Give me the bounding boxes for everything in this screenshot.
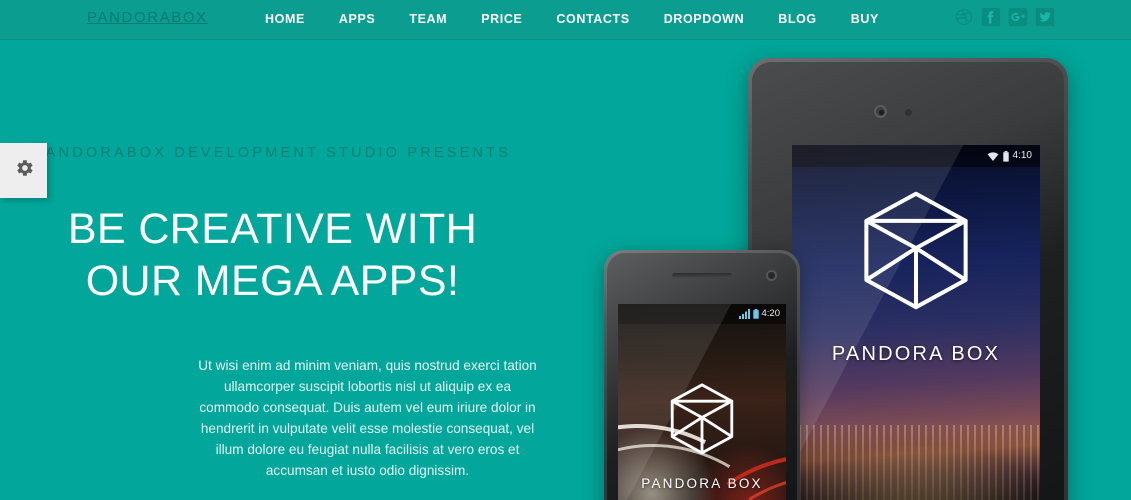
nav-item-team[interactable]: TEAM (409, 11, 468, 27)
phone-speaker-icon (672, 273, 732, 278)
tablet-app-title: PANDORA BOX (831, 343, 1001, 365)
phone-status-bar: 4:20 (618, 304, 786, 324)
hero-headline: BE CREATIVE WITH OUR MEGA APPS! (0, 203, 545, 307)
hero-headline-line2: OUR MEGA APPS! (85, 257, 460, 305)
cube-logo-icon (670, 383, 734, 455)
tablet-sensor-icon (905, 109, 912, 116)
main-navigation: HOME APPS TEAM PRICE CONTACTS DROPDOWN B… (265, 11, 900, 27)
tablet-status-time: 4:10 (1012, 150, 1032, 161)
nav-item-blog[interactable]: BLOG (778, 11, 838, 27)
nav-item-price[interactable]: PRICE (481, 11, 543, 27)
brand-logo[interactable]: PANDORABOX (87, 9, 208, 26)
tablet-camera-icon (874, 105, 887, 118)
nav-item-dropdown[interactable]: DROPDOWN (664, 11, 766, 27)
phone-camera-icon (766, 270, 777, 281)
facebook-icon[interactable] (981, 7, 1001, 27)
tablet-status-bar: 4:10 (792, 145, 1040, 167)
battery-icon (1002, 150, 1009, 162)
tablet-wallpaper-city (792, 425, 1040, 500)
phone-status-time: 4:20 (761, 308, 781, 320)
social-links (954, 7, 1055, 27)
cube-logo-icon (864, 191, 968, 310)
battery-icon (752, 309, 759, 319)
hero-section: PANDORABOX DEVELOPMENT STUDIO PRESENTS B… (0, 40, 560, 500)
nav-item-apps[interactable]: APPS (339, 11, 396, 27)
nav-item-buy[interactable]: BUY (851, 11, 900, 27)
phone-app-branding: PANDORA BOX (618, 382, 786, 491)
hero-headline-line1: BE CREATIVE WITH (67, 205, 478, 253)
phone-device: 4:20 PANDORA BOX (604, 250, 800, 500)
landing-page: PANDORABOX HOME APPS TEAM PRICE CONTACTS… (0, 0, 1131, 500)
tablet-screen: 4:10 PANDORA BOX (792, 145, 1040, 500)
hero-eyebrow: PANDORABOX DEVELOPMENT STUDIO PRESENTS (33, 145, 512, 161)
nav-item-contacts[interactable]: CONTACTS (556, 11, 650, 27)
settings-panel-toggle[interactable] (0, 143, 47, 198)
site-header: PANDORABOX HOME APPS TEAM PRICE CONTACTS… (0, 0, 1131, 40)
phone-screen: 4:20 PANDORA BOX (618, 304, 786, 500)
google-plus-icon[interactable] (1008, 7, 1028, 27)
twitter-icon[interactable] (1035, 7, 1055, 27)
dribbble-icon[interactable] (954, 7, 974, 27)
hero-paragraph: Ut wisi enim ad minim veniam, quis nostr… (198, 358, 537, 478)
phone-app-title: PANDORA BOX (641, 476, 763, 491)
signal-icon (738, 309, 750, 319)
tablet-app-branding: PANDORA BOX (792, 189, 1040, 366)
nav-item-home[interactable]: HOME (265, 11, 326, 27)
gear-icon (13, 157, 35, 184)
wifi-icon (987, 151, 998, 161)
